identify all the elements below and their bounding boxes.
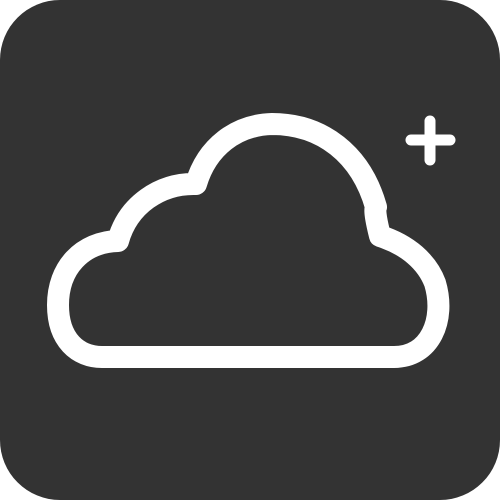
- app-icon[interactable]: [0, 0, 500, 500]
- plus-icon: [405, 115, 456, 166]
- cloud-icon: [47, 113, 450, 368]
- cloud-plus-icon: [47, 113, 456, 368]
